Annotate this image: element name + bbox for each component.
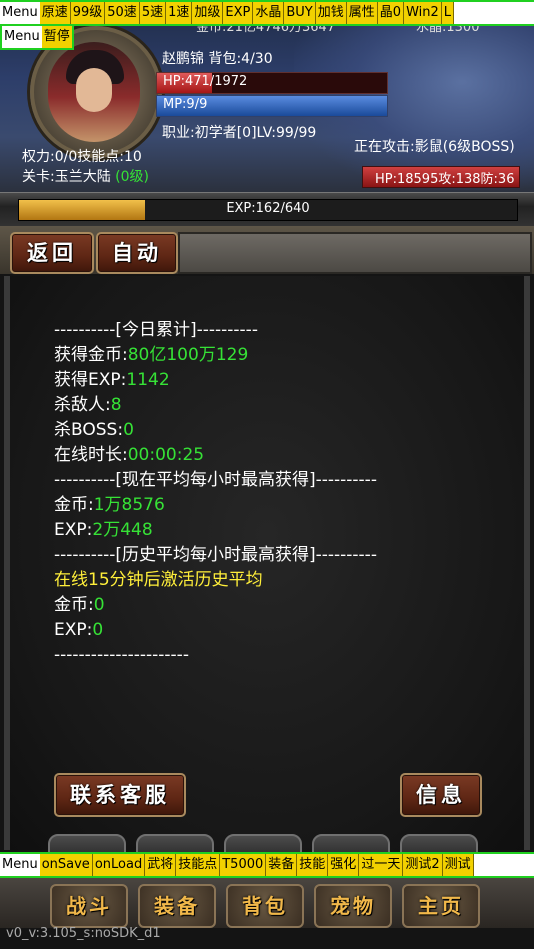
- hist-exp-row: EXP:0: [54, 618, 377, 643]
- debug-btn-t5000[interactable]: T5000: [220, 854, 267, 876]
- debug-toolbar-top: Menu 原速 99级 50速 5速 1速 加级 EXP 水晶 BUY 加钱 属…: [0, 0, 534, 26]
- contact-support-button[interactable]: 联系客服: [54, 773, 186, 817]
- today-gold-value: 80亿100万129: [127, 345, 249, 365]
- debug-btn-add-money[interactable]: 加钱: [315, 2, 347, 24]
- player-hp-text: HP:471/1972: [163, 74, 248, 89]
- hist-exp-label: EXP:: [54, 620, 93, 640]
- online-time-value: 00:00:25: [127, 445, 205, 465]
- player-mp-text: MP:9/9: [163, 97, 208, 112]
- player-mp-bar: MP:9/9: [156, 95, 388, 117]
- boss-kills-label: 杀BOSS:: [54, 420, 124, 440]
- avg-gold-row: 金币:1万8576: [54, 493, 377, 518]
- debug-btn-skill-points[interactable]: 技能点: [176, 854, 221, 876]
- debug-menu2-button[interactable]: Menu: [2, 26, 42, 48]
- stage-name: 关卡:玉兰大陆: [22, 169, 111, 185]
- log-footer: ----------------------: [54, 645, 189, 665]
- info-button[interactable]: 信息: [400, 773, 482, 817]
- debug-btn-crystal0[interactable]: 晶0: [377, 2, 405, 24]
- today-exp-row: 获得EXP:1142: [54, 368, 377, 393]
- exp-bar-text: EXP:162/640: [226, 201, 310, 216]
- nav-home[interactable]: 主页: [402, 884, 480, 928]
- debug-btn-test[interactable]: 测试: [442, 854, 474, 876]
- bottom-navigation: 战斗 装备 背包 宠物 主页: [0, 878, 534, 928]
- today-gold-row: 获得金币:80亿100万129: [54, 343, 377, 368]
- kills-value: 8: [110, 395, 122, 415]
- boss-kills-row: 杀BOSS:0: [54, 418, 377, 443]
- player-hp-bar: HP:471/1972: [156, 72, 388, 94]
- debug-btn-speed1[interactable]: 1速: [166, 2, 193, 24]
- nav-battle[interactable]: 战斗: [50, 884, 128, 928]
- enemy-stats-text: HP:18595攻:138防:36: [375, 172, 515, 187]
- version-label: v0_v:3.105_s:noSDK_d1: [6, 926, 161, 941]
- auto-button[interactable]: 自动: [96, 232, 178, 274]
- debug-btn-next-day[interactable]: 过一天: [359, 854, 404, 876]
- power-skill-points: 权力:0/0技能点:10: [22, 149, 142, 165]
- online-time-row: 在线时长:00:00:25: [54, 443, 377, 468]
- nav-pets[interactable]: 宠物: [314, 884, 392, 928]
- today-header: ----------[今日累计]----------: [54, 320, 258, 340]
- avg-exp-label: EXP:: [54, 520, 93, 540]
- history-note: 在线15分钟后激活历史平均: [54, 570, 263, 590]
- avg-gold-value: 1万8576: [93, 495, 165, 515]
- today-exp-value: 1142: [126, 370, 170, 390]
- debug-menu-bottom-button[interactable]: Menu: [0, 854, 40, 876]
- avatar-portrait: [48, 42, 140, 142]
- stats-log-panel: ----------[今日累计]---------- 获得金币:80亿100万1…: [4, 276, 530, 850]
- character-status-panel: 金币:21亿4746万3647 水晶:1300 赵鹏锦 背包:4/30 HP:4…: [0, 0, 534, 196]
- debug-btn-l[interactable]: L: [441, 2, 455, 24]
- history-average-header: ----------[历史平均每小时最高获得]----------: [54, 545, 377, 565]
- debug-btn-attributes[interactable]: 属性: [346, 2, 378, 24]
- avg-exp-value: 2万448: [92, 520, 153, 540]
- online-time-label: 在线时长:: [54, 445, 128, 465]
- nav-equipment[interactable]: 装备: [138, 884, 216, 928]
- avg-exp-row: EXP:2万448: [54, 518, 377, 543]
- debug-btn-onload[interactable]: onLoad: [92, 854, 146, 876]
- debug-btn-add-level[interactable]: 加级: [192, 2, 224, 24]
- enemy-stats-bar: HP:18595攻:138防:36: [362, 166, 520, 188]
- avatar-face: [76, 68, 112, 112]
- debug-menu-button[interactable]: Menu: [0, 2, 40, 24]
- stage-info: 关卡:玉兰大陆 (0级): [22, 166, 149, 186]
- debug-btn-generals[interactable]: 武将: [145, 854, 177, 876]
- name-and-bag: 赵鹏锦 背包:4/30: [162, 51, 273, 67]
- debug-toolbar-pause: Menu 暂停: [0, 24, 74, 50]
- debug-toolbar-bottom: Menu onSave onLoad 武将 技能点 T5000 装备 技能 强化…: [0, 852, 534, 878]
- today-exp-label: 获得EXP:: [54, 370, 127, 390]
- job-level: 职业:初学者[0]LV:99/99: [162, 125, 317, 141]
- tab-stubs: [0, 826, 534, 860]
- debug-btn-speed5[interactable]: 5速: [139, 2, 167, 24]
- stage-level: (0级): [115, 169, 150, 185]
- debug-btn-buy[interactable]: BUY: [284, 2, 316, 24]
- debug-btn-normal-speed[interactable]: 原速: [39, 2, 71, 24]
- current-average-header: ----------[现在平均每小时最高获得]----------: [54, 470, 377, 490]
- hist-gold-label: 金币:: [54, 595, 94, 615]
- debug-btn-speed50[interactable]: 50速: [105, 2, 140, 24]
- hist-gold-value: 0: [93, 595, 105, 615]
- pause-button[interactable]: 暂停: [41, 26, 72, 48]
- back-button[interactable]: 返回: [10, 232, 94, 274]
- exp-bar: EXP:162/640: [18, 199, 518, 221]
- debug-btn-win2[interactable]: Win2: [404, 2, 442, 24]
- today-gold-label: 获得金币:: [54, 345, 128, 365]
- nav-backpack[interactable]: 背包: [226, 884, 304, 928]
- attack-target: 正在攻击:影鼠(6级BOSS): [354, 139, 515, 155]
- boss-kills-value: 0: [123, 420, 134, 440]
- kills-label: 杀敌人:: [54, 395, 111, 415]
- debug-btn-crystal[interactable]: 水晶: [253, 2, 285, 24]
- debug-btn-enhance[interactable]: 强化: [328, 854, 360, 876]
- hist-exp-value: 0: [92, 620, 104, 640]
- kills-row: 杀敌人:8: [54, 393, 377, 418]
- debug-btn-level99[interactable]: 99级: [70, 2, 106, 24]
- debug-btn-onsave[interactable]: onSave: [39, 854, 93, 876]
- avg-gold-label: 金币:: [54, 495, 94, 515]
- stone-header-panel: [178, 232, 532, 274]
- hist-gold-row: 金币:0: [54, 593, 377, 618]
- debug-btn-skills[interactable]: 技能: [297, 854, 329, 876]
- debug-btn-test2[interactable]: 测试2: [403, 854, 443, 876]
- stats-log: ----------[今日累计]---------- 获得金币:80亿100万1…: [54, 318, 377, 668]
- debug-btn-equipment[interactable]: 装备: [266, 854, 298, 876]
- exp-bar-frame: EXP:162/640: [0, 192, 534, 228]
- debug-btn-exp[interactable]: EXP: [223, 2, 254, 24]
